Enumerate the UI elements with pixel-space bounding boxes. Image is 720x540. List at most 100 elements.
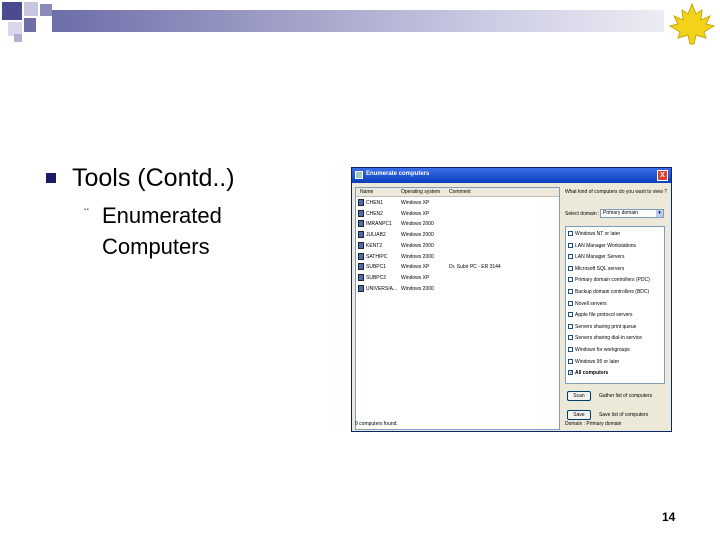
cell-name: SUBPC1: [366, 264, 387, 271]
checkbox-label: Apple file protocol servers: [575, 312, 633, 319]
checkbox-label: LAN Manager Workstations: [575, 242, 637, 249]
sub-bullet-marker: ¨: [84, 206, 89, 223]
domain-select-value: Primary domain: [603, 210, 639, 216]
checkbox-item[interactable]: Microsoft SQL servers: [568, 264, 664, 274]
table-row[interactable]: KENT2 Windows 2000: [356, 241, 559, 251]
checkbox[interactable]: [568, 335, 573, 341]
cell-comment: Dr. Subir PC - ER 3144: [449, 264, 501, 271]
checkbox[interactable]: [568, 358, 573, 364]
computer-icon: [358, 231, 364, 239]
computer-icon: [358, 263, 364, 271]
checkbox[interactable]: [568, 254, 573, 260]
maple-leaf-icon: [668, 2, 716, 45]
cell-name: SATHIPC: [366, 253, 388, 260]
save-description: Save list of computers: [599, 412, 649, 418]
checkbox-item[interactable]: Novell servers: [568, 299, 664, 309]
scan-button[interactable]: Scan: [567, 391, 591, 401]
checkbox-item[interactable]: Servers sharing print queue: [568, 322, 664, 332]
checkbox[interactable]: [568, 265, 573, 271]
checkbox[interactable]: [568, 277, 573, 283]
checkbox-item[interactable]: Servers sharing dial-in service: [568, 333, 664, 343]
status-domain: Domain : Primary domain: [565, 421, 622, 427]
domain-select[interactable]: Primary domain ▾: [600, 209, 664, 218]
checkbox-label: Backup domain controllers (BDC): [575, 289, 650, 295]
bullet-marker: [46, 173, 56, 183]
scan-description: Gather list of computers: [599, 393, 653, 399]
cell-name: IMRANPC1: [366, 221, 392, 228]
close-button[interactable]: X: [657, 170, 668, 181]
checkbox-label: Windows for workgroups: [575, 347, 630, 353]
checkbox[interactable]: [568, 323, 573, 329]
checkbox-item[interactable]: Primary domain controllers (PDC): [568, 275, 664, 285]
dialog-titlebar: Enumerate computers X: [352, 168, 671, 183]
cell-os: Windows 2000: [401, 242, 434, 249]
cell-os: Windows XP: [401, 264, 430, 271]
cell-name: SUBPC2: [366, 274, 387, 281]
table-row[interactable]: SUBPC2 Windows XP: [356, 273, 559, 283]
cell-os: Windows 2000: [401, 221, 434, 228]
checkbox-item[interactable]: Windows 95 or later: [568, 357, 664, 367]
table-row[interactable]: IMRANPC1 Windows 2000: [356, 219, 559, 229]
checkbox-item[interactable]: Windows for workgroups: [568, 345, 664, 355]
computer-type-list: Windows NT or later LAN Manager Workstati…: [565, 226, 665, 384]
checkbox[interactable]: ✓: [568, 370, 573, 376]
app-icon: [355, 171, 363, 179]
computer-list[interactable]: Name Operating system Comment CHEN1 Windo…: [355, 187, 560, 430]
domain-label: Select domain :: [565, 211, 600, 217]
computer-icon: [358, 252, 364, 260]
table-row[interactable]: SUBPC1 Windows XP Dr. Subir PC - ER 3144: [356, 262, 559, 272]
table-row[interactable]: CHEN2 Windows XP: [356, 209, 559, 219]
filter-question: What kind of computers do you want to vi…: [565, 189, 667, 195]
checkbox-label: Microsoft SQL servers: [575, 265, 625, 272]
cell-os: Windows XP: [401, 274, 430, 281]
checkbox[interactable]: [568, 312, 573, 318]
computer-icon: [358, 273, 364, 281]
column-header-name[interactable]: Name: [360, 189, 373, 195]
checkbox[interactable]: [568, 347, 573, 352]
cell-name: KENT2: [366, 242, 383, 249]
table-row[interactable]: SATHIPC Windows 2000: [356, 252, 559, 262]
checkbox-label: Primary domain controllers (PDC): [575, 277, 650, 284]
checkbox[interactable]: [568, 242, 573, 248]
header-bar: [52, 10, 664, 32]
checkbox-item[interactable]: LAN Manager Servers: [568, 252, 664, 262]
checkbox-item[interactable]: Windows NT or later: [568, 229, 664, 239]
cell-name: JULIAB2: [366, 232, 386, 239]
save-button[interactable]: Save: [567, 410, 591, 420]
cell-name: CHEN1: [366, 200, 383, 206]
computer-icon: [358, 220, 364, 228]
checkbox-label: Servers sharing dial-in service: [575, 335, 642, 342]
checkbox-label: Novell servers: [575, 300, 607, 307]
checkbox[interactable]: [568, 289, 573, 294]
checkbox[interactable]: [568, 231, 573, 236]
cell-name: UNIVERSIA...: [366, 285, 398, 292]
cell-os: Windows 2000: [401, 253, 434, 260]
cell-os: Windows 2000: [401, 285, 434, 292]
checkbox-item[interactable]: ✓ All computers: [568, 368, 664, 378]
table-row[interactable]: CHEN1 Windows XP: [356, 198, 559, 208]
cell-os: Windows XP: [401, 210, 430, 217]
checkbox-item[interactable]: LAN Manager Workstations: [568, 241, 664, 251]
computer-icon: [358, 241, 364, 249]
table-row[interactable]: JULIAB2 Windows 2000: [356, 230, 559, 240]
cell-name: CHEN2: [366, 210, 383, 217]
list-header: Name Operating system Comment: [356, 188, 559, 197]
checkbox-label: Windows NT or later: [575, 231, 621, 237]
column-header-os[interactable]: Operating system: [401, 189, 440, 195]
slide-title: Tools (Contd..): [72, 164, 235, 192]
cell-os: Windows XP: [401, 200, 430, 206]
slide-subtitle: Enumerated Computers: [102, 203, 222, 259]
checkbox-label: Servers sharing print queue: [575, 323, 637, 330]
checkbox-label: Windows 95 or later: [575, 358, 620, 365]
table-row[interactable]: UNIVERSIA... Windows 2000: [356, 284, 559, 294]
checkbox-item[interactable]: Apple file protocol servers: [568, 310, 664, 320]
chevron-down-icon[interactable]: ▾: [656, 210, 663, 217]
status-count: 9 computers found.: [355, 421, 398, 427]
cell-os: Windows 2000: [401, 232, 434, 239]
checkbox-label: All computers: [575, 370, 609, 377]
checkbox-item[interactable]: Backup domain controllers (BDC): [568, 287, 664, 297]
computer-icon: [358, 199, 364, 206]
checkbox[interactable]: [568, 300, 573, 306]
column-header-comment[interactable]: Comment: [449, 189, 471, 195]
enumerate-computers-dialog: Enumerate computers X Name Operating sys…: [351, 167, 672, 432]
